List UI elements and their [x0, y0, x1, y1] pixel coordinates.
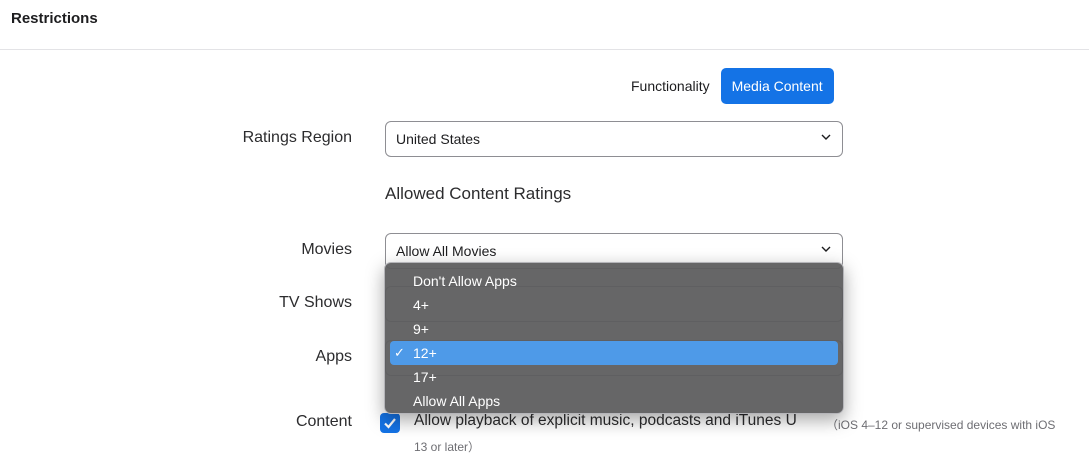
segmented-control: Functionality Media Content — [620, 68, 834, 104]
checkmark-icon — [384, 418, 396, 429]
tab-functionality[interactable]: Functionality — [620, 68, 721, 104]
tab-media-content[interactable]: Media Content — [720, 68, 834, 104]
explicit-content-note-line2: 13 or later） — [414, 440, 481, 454]
ratings-region-select[interactable]: United States — [385, 121, 843, 157]
chevron-down-icon — [819, 122, 833, 156]
apps-label: Apps — [315, 348, 352, 365]
content-label: Content — [295, 413, 352, 430]
apps-dropdown-menu: Don't Allow Apps 4+ 9+ ✓ 12+ 17+ Allow A… — [384, 262, 844, 414]
movies-value: Allow All Movies — [396, 243, 497, 259]
menu-item-17plus[interactable]: 17+ — [390, 365, 838, 389]
allowed-content-ratings-title: Allowed Content Ratings — [385, 184, 572, 203]
menu-item-dont-allow-apps[interactable]: Don't Allow Apps — [390, 269, 838, 293]
ratings-region-label: Ratings Region — [242, 129, 352, 146]
page-header: Restrictions — [0, 0, 1089, 50]
checkmark-icon: ✓ — [394, 345, 405, 360]
explicit-content-note-line1: （iOS 4–12 or supervised devices with iOS — [826, 418, 1056, 432]
movies-label: Movies — [301, 241, 352, 258]
tv-shows-label: TV Shows — [279, 294, 352, 311]
menu-item-9plus[interactable]: 9+ — [390, 317, 838, 341]
ratings-region-value: United States — [396, 131, 481, 147]
menu-item-allow-all-apps[interactable]: Allow All Apps — [390, 389, 838, 413]
page-title: Restrictions — [11, 10, 98, 27]
explicit-content-text: Allow playback of explicit music, podcas… — [414, 412, 797, 429]
menu-item-4plus[interactable]: 4+ — [390, 293, 838, 317]
menu-item-12plus[interactable]: ✓ 12+ — [390, 341, 838, 365]
explicit-content-checkbox[interactable] — [380, 413, 400, 433]
